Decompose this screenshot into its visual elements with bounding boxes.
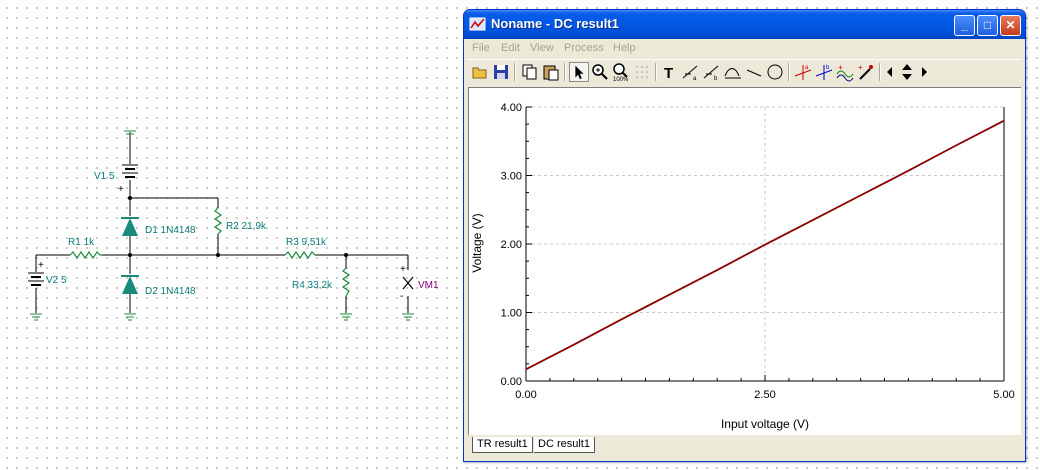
resistor-r4-icon[interactable] xyxy=(341,267,351,297)
diode-d1-icon[interactable] xyxy=(121,217,139,236)
dc-result-window[interactable]: Noname - DC result1 _ □ ✕ File Edit View… xyxy=(463,9,1026,462)
scroll-left-icon[interactable] xyxy=(884,62,896,82)
label-r1: R1 1k xyxy=(68,237,95,248)
schematic-canvas[interactable]: V1 5 + D1 1N4148 R2 21,9k R1 1k R3 9,51k… xyxy=(0,0,462,470)
title-bar[interactable]: Noname - DC result1 _ □ ✕ xyxy=(464,10,1025,39)
zoom-100-icon[interactable]: 100% xyxy=(611,62,631,82)
y-tick-label: 1.00 xyxy=(501,308,522,320)
menu-file[interactable]: File xyxy=(472,42,490,54)
menu-bar: File Edit View Process Help xyxy=(464,39,1025,59)
copy-icon[interactable] xyxy=(520,62,540,82)
cursor-b-icon[interactable]: b xyxy=(702,62,722,82)
scroll-up-down-icon[interactable] xyxy=(897,62,917,82)
x-tick-label: 0.00 xyxy=(515,389,536,401)
open-icon[interactable] xyxy=(470,62,490,82)
diode-d2-icon[interactable] xyxy=(121,275,139,294)
maximize-button[interactable]: □ xyxy=(977,15,998,36)
x-tick-label: 5.00 xyxy=(993,389,1014,401)
paste-icon[interactable] xyxy=(541,62,561,82)
label-v1: V1 5 xyxy=(94,171,115,182)
tab-tr-result1[interactable]: TR result1 xyxy=(472,437,533,453)
zoom-in-icon[interactable] xyxy=(590,62,610,82)
marker-b-icon[interactable]: b xyxy=(814,62,834,82)
y-tick-label: 2.00 xyxy=(501,239,522,251)
cursor-ab-icon[interactable] xyxy=(723,62,743,82)
ground-symbols xyxy=(30,130,414,321)
svg-text:100%: 100% xyxy=(613,77,629,82)
svg-text:a: a xyxy=(693,76,697,82)
cursor-a-icon[interactable]: a xyxy=(681,62,701,82)
label-v2: V2 5 xyxy=(46,275,67,286)
y-tick-label: 0.00 xyxy=(501,376,522,388)
minimize-button[interactable]: _ xyxy=(954,15,975,36)
probe-icon[interactable]: + xyxy=(856,62,876,82)
result-tabs: TR result1 DC result1 xyxy=(468,437,1021,455)
menu-view[interactable]: View xyxy=(530,42,554,54)
marker-a-icon[interactable]: a xyxy=(793,62,813,82)
tick-labels: 0.00 1.00 2.00 3.00 4.00 0.00 2.50 5.00 xyxy=(501,102,1015,401)
label-r3: R3 9,51k xyxy=(286,237,327,248)
x-tick-label: 2.50 xyxy=(754,389,775,401)
label-vm1-plus: + xyxy=(400,264,406,275)
label-v2-plus: + xyxy=(38,260,44,271)
label-v1-plus: + xyxy=(118,184,124,195)
menu-help[interactable]: Help xyxy=(613,42,636,54)
voltmeter-vm1-icon[interactable] xyxy=(402,276,414,290)
window-title: Noname - DC result1 xyxy=(491,16,619,31)
circle-icon[interactable] xyxy=(765,62,785,82)
label-d1: D1 1N4148 xyxy=(145,225,196,236)
wires xyxy=(35,132,409,313)
grid-icon[interactable] xyxy=(632,62,652,82)
app-icon xyxy=(469,17,486,31)
y-axis-label: Voltage (V) xyxy=(470,213,484,272)
label-d2: D2 1N4148 xyxy=(145,286,196,297)
label-r2: R2 21,9k xyxy=(226,221,267,232)
y-tick-label: 4.00 xyxy=(501,102,522,114)
curve-add-icon[interactable]: + xyxy=(835,62,855,82)
resistor-r2-icon[interactable] xyxy=(213,207,223,235)
text-icon[interactable]: T xyxy=(660,62,680,82)
battery-v2-icon[interactable] xyxy=(28,272,44,286)
svg-text:b: b xyxy=(826,65,830,71)
svg-text:a: a xyxy=(805,65,809,71)
line-icon[interactable] xyxy=(744,62,764,82)
x-axis-label: Input voltage (V) xyxy=(721,417,809,431)
menu-edit[interactable]: Edit xyxy=(501,42,520,54)
svg-text:+: + xyxy=(858,63,863,72)
save-icon[interactable] xyxy=(491,62,511,82)
label-r4: R4 33,2k xyxy=(292,280,333,291)
resistor-r1-icon[interactable] xyxy=(69,250,102,260)
close-button[interactable]: ✕ xyxy=(1000,15,1021,36)
y-tick-label: 3.00 xyxy=(501,171,522,183)
scroll-right-icon[interactable] xyxy=(918,62,930,82)
menu-process[interactable]: Process xyxy=(564,42,604,54)
tab-dc-result1[interactable]: DC result1 xyxy=(534,437,595,453)
label-vm1-minus: - xyxy=(400,291,403,302)
dc-result-chart[interactable]: 0.00 1.00 2.00 3.00 4.00 0.00 2.50 5.00 Input v… xyxy=(469,88,1022,436)
label-vm1: VM1 xyxy=(418,280,439,291)
resistor-r3-icon[interactable] xyxy=(284,250,316,260)
svg-text:b: b xyxy=(714,76,718,82)
battery-v1-icon[interactable] xyxy=(122,164,138,178)
toolbar: 100% T a b a b + + xyxy=(467,59,1022,83)
pointer-icon[interactable] xyxy=(569,62,589,82)
svg-text:+: + xyxy=(838,63,843,72)
plot-area[interactable]: 0.00 1.00 2.00 3.00 4.00 0.00 2.50 5.00 Input v… xyxy=(468,87,1021,435)
svg-text:T: T xyxy=(664,65,673,82)
